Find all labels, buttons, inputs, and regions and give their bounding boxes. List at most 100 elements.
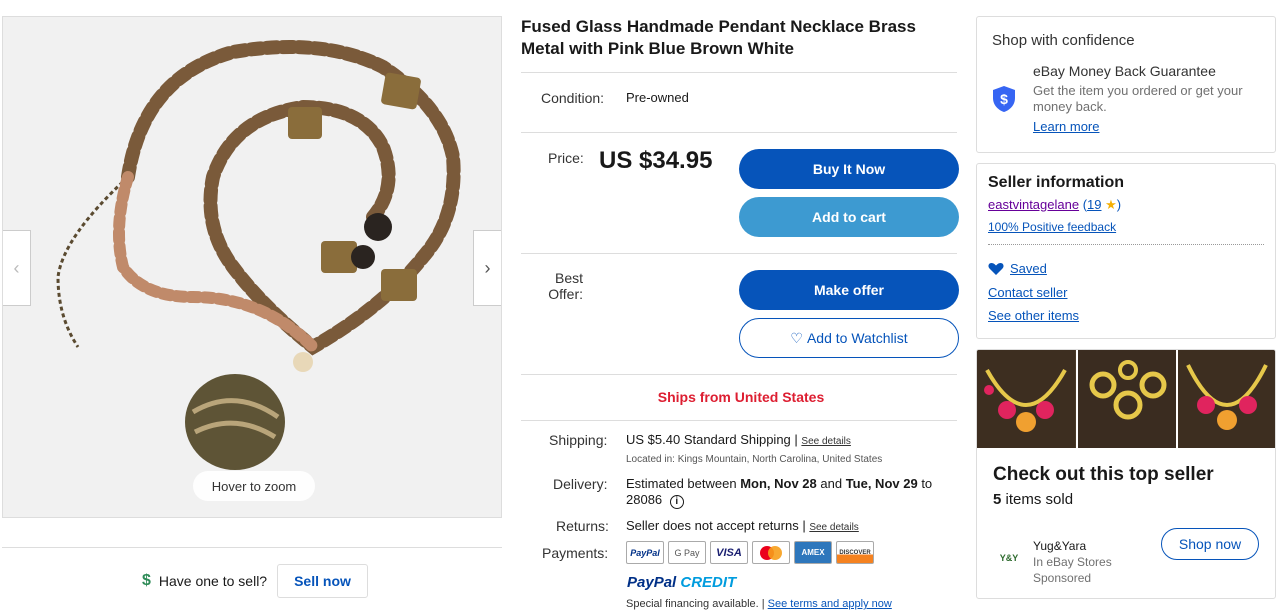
ad-product-image (1178, 350, 1275, 448)
product-image-gallery[interactable]: ‹ › Hover to zoom (2, 16, 502, 518)
add-to-watchlist-button[interactable]: ♡ Add to Watchlist (739, 318, 959, 358)
best-offer-label-line1: Best (555, 270, 584, 286)
ad-image-strip (977, 350, 1275, 448)
seller-name-row: eastvintagelane (19 ★) (988, 197, 1121, 213)
google-pay-icon: G Pay (668, 541, 706, 564)
price-label: Price: (548, 150, 584, 166)
amex-icon: AMEX (794, 541, 832, 564)
make-offer-button[interactable]: Make offer (739, 270, 959, 310)
divider (521, 374, 957, 375)
store-name: Yug&Yara (1033, 539, 1087, 553)
money-back-shield-icon: $ (993, 86, 1015, 112)
next-image-button[interactable]: › (473, 230, 501, 306)
separator: | (790, 432, 802, 447)
svg-text:$: $ (1000, 91, 1008, 107)
store-type: In eBay Stores (1033, 555, 1112, 569)
delivery-and: and (816, 476, 846, 491)
delivery-end-date: Tue, Nov 29 (845, 476, 918, 491)
necklace-image (3, 17, 501, 517)
money-back-guarantee-text: Get the item you ordered or get your mon… (1033, 83, 1243, 114)
seller-information-card: Seller information eastvintagelane (19 ★… (976, 163, 1276, 339)
see-other-items-link[interactable]: See other items (988, 308, 1079, 323)
confidence-title: Shop with confidence (992, 32, 1135, 49)
divider (521, 132, 957, 133)
returns-value: Seller does not accept returns | See det… (626, 518, 859, 533)
delivery-zip: 28086 (626, 492, 663, 507)
paypal-icon: PayPal (626, 541, 664, 564)
hover-to-zoom-hint: Hover to zoom (193, 471, 315, 501)
returns-see-details-link[interactable]: See details (809, 522, 858, 533)
mastercard-icon (752, 541, 790, 564)
score-open: ( (1079, 197, 1088, 212)
see-terms-link[interactable]: See terms and apply now (768, 598, 892, 610)
listing-title: Fused Glass Handmade Pendant Necklace Br… (521, 17, 916, 58)
special-financing-text: Special financing available. | (626, 598, 768, 610)
returns-policy: Seller does not accept returns (626, 518, 799, 533)
chevron-left-icon: ‹ (13, 257, 20, 278)
delivery-prefix: Estimated between (626, 476, 741, 491)
sell-prompt-text: Have one to sell? (158, 573, 268, 589)
divider (521, 253, 957, 254)
feedback-score-link[interactable]: 19 (1087, 197, 1101, 212)
shipping-see-details-link[interactable]: See details (801, 436, 850, 447)
sell-now-button[interactable]: Sell now (277, 564, 368, 598)
store-logo: Y&Y (993, 531, 1025, 563)
returns-label: Returns: (556, 518, 609, 534)
divider (521, 420, 957, 421)
saved-label: Saved (1010, 261, 1047, 276)
divider (521, 72, 957, 73)
saved-seller-button[interactable]: Saved (988, 261, 1047, 276)
condition-label: Condition: (541, 90, 605, 106)
best-offer-label-line2: Offer: (548, 286, 584, 302)
store-logo-text: Y&Y (999, 553, 1019, 563)
delivery-value: Estimated between Mon, Nov 28 and Tue, N… (626, 476, 956, 509)
score-close: ) (1116, 197, 1122, 212)
delivery-label: Delivery: (553, 476, 608, 492)
top-seller-heading: Check out this top seller (993, 464, 1214, 485)
info-icon[interactable]: i (669, 495, 684, 509)
payments-label: Payments: (542, 545, 609, 561)
shop-with-confidence-card: Shop with confidence $ eBay Money Back G… (976, 16, 1276, 153)
shipping-cost: US $5.40 Standard Shipping (626, 432, 791, 447)
separator: | (798, 518, 810, 533)
paypal-credit-word2: CREDIT (680, 574, 737, 591)
store-info: Yug&Yara In eBay Stores Sponsored (1033, 538, 1112, 586)
paypal-credit-word1: PayPal (627, 574, 681, 591)
condition-value: Pre-owned (626, 90, 689, 105)
delivery-start-date: Mon, Nov 28 (740, 476, 817, 491)
paypal-credit-logo: PayPal CREDIT (627, 574, 736, 591)
add-to-cart-button[interactable]: Add to cart (739, 197, 959, 237)
seller-info-heading: Seller information (988, 174, 1125, 191)
positive-feedback-link[interactable]: 100% Positive feedback (988, 220, 1116, 234)
best-offer-label: Best Offer: (548, 270, 584, 302)
heart-outline-icon: ♡ (790, 329, 803, 346)
special-financing: Special financing available. | See terms… (626, 598, 892, 610)
shop-now-button[interactable]: Shop now (1161, 528, 1259, 560)
ad-product-image (977, 350, 1076, 448)
buy-it-now-button[interactable]: Buy It Now (739, 149, 959, 189)
seller-name-link[interactable]: eastvintagelane (988, 197, 1079, 212)
divider (2, 547, 502, 548)
contact-seller-link[interactable]: Contact seller (988, 285, 1067, 300)
divider (988, 244, 1264, 245)
money-back-guarantee-heading: eBay Money Back Guarantee (1033, 63, 1216, 79)
top-seller-ad-card[interactable]: Check out this top seller 5 items sold Y… (976, 349, 1276, 599)
prev-image-button[interactable]: ‹ (3, 230, 31, 306)
dollar-icon: $ (142, 572, 151, 589)
delivery-to: to (917, 476, 933, 491)
shipping-value: US $5.40 Standard Shipping | See details (626, 432, 851, 447)
items-sold-text: items sold (1001, 491, 1074, 508)
sponsored-label: Sponsored (1033, 571, 1092, 585)
discover-icon: DISCOVER (836, 541, 874, 564)
shipping-label: Shipping: (549, 432, 608, 448)
learn-more-link[interactable]: Learn more (1033, 119, 1099, 134)
item-location: Located in: Kings Mountain, North Caroli… (626, 454, 883, 465)
ad-product-image (1077, 350, 1177, 448)
payment-methods: PayPal G Pay VISA AMEX DISCOVER (626, 541, 874, 564)
price-value: US $34.95 (599, 147, 713, 174)
ships-from-notice: Ships from United States (657, 389, 825, 405)
visa-icon: VISA (710, 541, 748, 564)
heart-icon (988, 262, 1004, 275)
star-icon: ★ (1105, 197, 1117, 212)
items-sold: 5 items sold (993, 491, 1073, 508)
